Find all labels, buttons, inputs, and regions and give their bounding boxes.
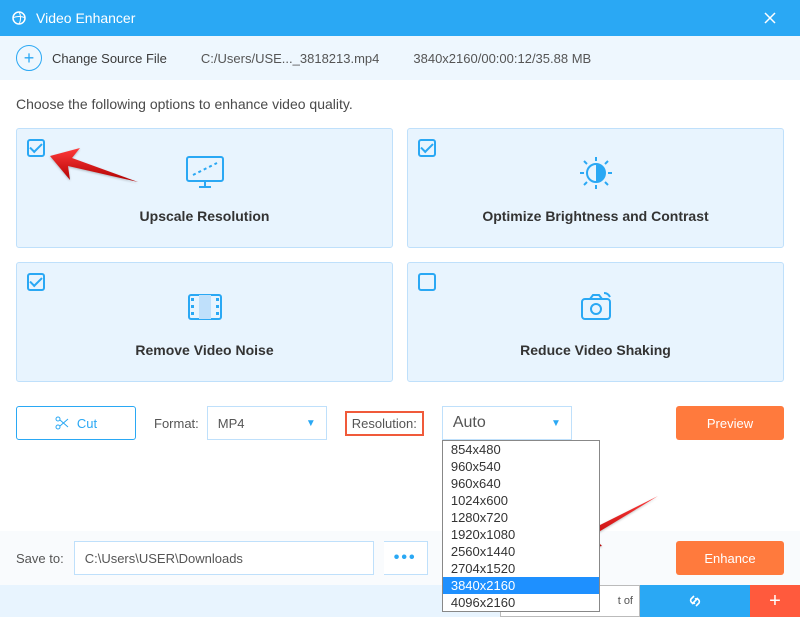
resolution-option[interactable]: 960x640 [443, 475, 599, 492]
card-shaking[interactable]: Reduce Video Shaking [407, 262, 784, 382]
resolution-label: Resolution: [345, 411, 424, 436]
change-source-label: Change Source File [52, 51, 167, 66]
resolution-option[interactable]: 3840x2160 [443, 577, 599, 594]
format-label: Format: [154, 416, 199, 431]
save-path-value: C:\Users\USER\Downloads [85, 551, 243, 566]
close-icon [762, 10, 778, 26]
card-shaking-label: Reduce Video Shaking [520, 342, 671, 358]
save-bar: Save to: C:\Users\USER\Downloads ••• Enh… [0, 531, 800, 585]
caret-down-icon: ▼ [306, 418, 316, 429]
cut-button[interactable]: Cut [16, 406, 136, 440]
camera-icon [572, 287, 620, 332]
app-icon [10, 9, 28, 27]
card-upscale[interactable]: Upscale Resolution [16, 128, 393, 248]
card-brightness[interactable]: Optimize Brightness and Contrast [407, 128, 784, 248]
link-icon[interactable] [640, 585, 750, 617]
checkbox-upscale[interactable] [27, 139, 45, 157]
source-filepath: C:/Users/USE..._3818213.mp4 [201, 51, 379, 66]
filmstrip-icon [181, 287, 229, 332]
checkbox-shaking[interactable] [418, 273, 436, 291]
preview-button[interactable]: Preview [676, 406, 784, 440]
format-select[interactable]: MP4 ▼ [207, 406, 327, 440]
resolution-option[interactable]: 4096x2160 [443, 594, 599, 611]
preview-label: Preview [707, 416, 753, 431]
enhance-button[interactable]: Enhance [676, 541, 784, 575]
resolution-option[interactable]: 960x540 [443, 458, 599, 475]
close-button[interactable] [750, 0, 790, 36]
resolution-option[interactable]: 2560x1440 [443, 543, 599, 560]
card-noise-label: Remove Video Noise [135, 342, 273, 358]
save-path-input[interactable]: C:\Users\USER\Downloads [74, 541, 374, 575]
resolution-dropdown[interactable]: 854x480960x540960x6401024x6001280x720192… [442, 440, 600, 612]
resolution-option[interactable]: 1024x600 [443, 492, 599, 509]
resolution-value: Auto [453, 414, 486, 432]
checkbox-noise[interactable] [27, 273, 45, 291]
enhance-label: Enhance [704, 551, 755, 566]
sun-icon [572, 153, 620, 198]
options-grid: Upscale Resolution Optimize Brightness a… [16, 128, 784, 382]
save-label: Save to: [16, 551, 64, 566]
resolution-option[interactable]: 854x480 [443, 441, 599, 458]
toolbar: Cut Format: MP4 ▼ Resolution: Auto ▼ 854… [16, 406, 784, 440]
resolution-option[interactable]: 1920x1080 [443, 526, 599, 543]
resolution-option[interactable]: 2704x1520 [443, 560, 599, 577]
format-value: MP4 [218, 416, 245, 431]
source-bar: + Change Source File C:/Users/USE..._381… [0, 36, 800, 80]
change-source-button[interactable]: + Change Source File [16, 45, 167, 71]
resolution-option[interactable]: 1280x720 [443, 509, 599, 526]
plus-icon[interactable]: + [750, 585, 800, 617]
cut-label: Cut [77, 416, 97, 431]
titlebar: Video Enhancer [0, 0, 800, 36]
bottom-strip: t of + [0, 585, 800, 617]
card-noise[interactable]: Remove Video Noise [16, 262, 393, 382]
monitor-icon [181, 153, 229, 198]
app-title: Video Enhancer [36, 10, 750, 26]
resolution-select[interactable]: Auto ▼ 854x480960x540960x6401024x6001280… [442, 406, 572, 440]
source-fileinfo: 3840x2160/00:00:12/35.88 MB [413, 51, 591, 66]
card-brightness-label: Optimize Brightness and Contrast [482, 208, 708, 224]
checkbox-brightness[interactable] [418, 139, 436, 157]
plus-circle-icon: + [16, 45, 42, 71]
caret-down-icon: ▼ [551, 418, 561, 429]
browse-button[interactable]: ••• [384, 541, 428, 575]
card-upscale-label: Upscale Resolution [140, 208, 270, 224]
instruction-text: Choose the following options to enhance … [16, 96, 784, 112]
scissors-icon [55, 416, 69, 430]
